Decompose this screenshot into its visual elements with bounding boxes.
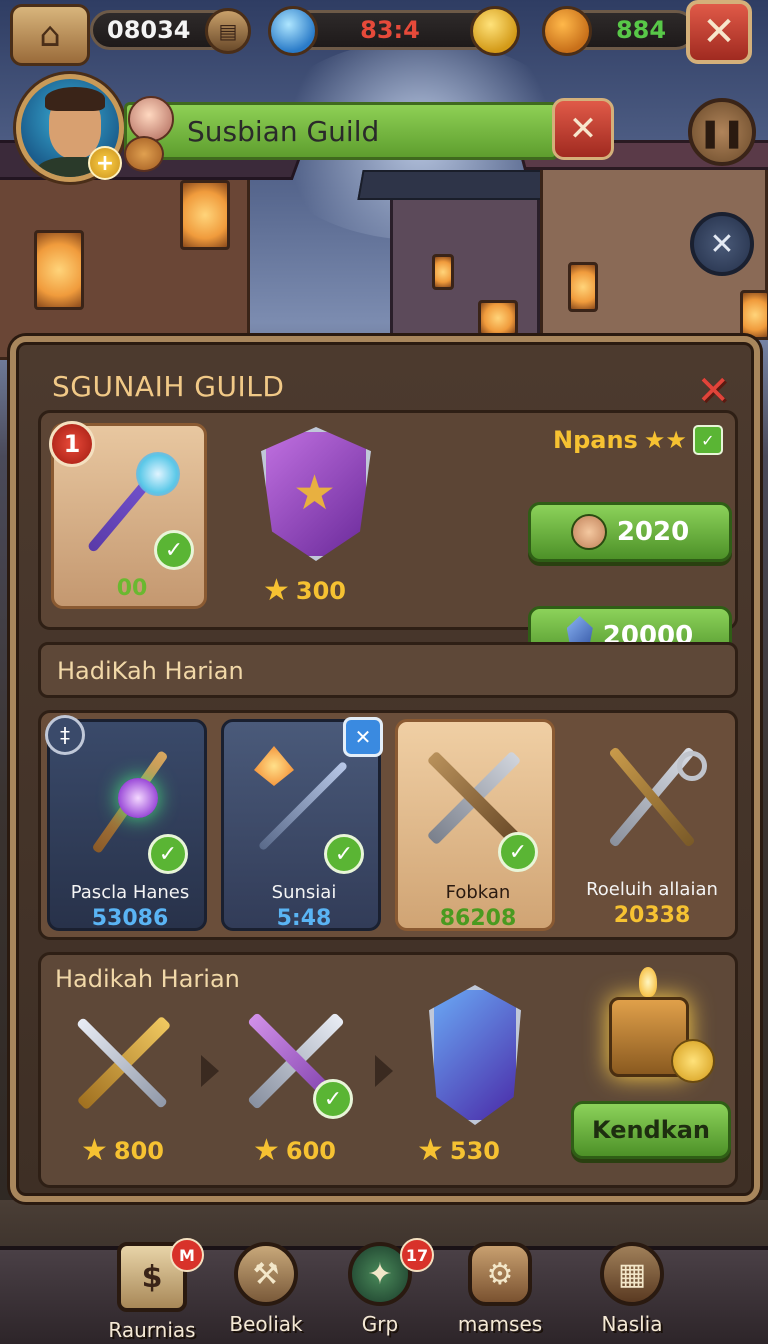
nav-label: Naslia: [601, 1312, 663, 1336]
hero-purchase-button[interactable]: 2020: [528, 502, 732, 562]
rewards-box: Hadikah Harian ★ 800 ✓ ★ 600 ★ 530 Kendk…: [38, 952, 738, 1188]
nav-item-beoliak[interactable]: ⚒ Beoliak: [206, 1242, 326, 1336]
home-icon: ⌂: [39, 15, 61, 55]
nav-badge: 17: [400, 1238, 434, 1272]
nav-label: Grp: [361, 1312, 399, 1336]
hero-icon: [570, 514, 607, 550]
star-icon: ★: [253, 1133, 280, 1168]
claim-button[interactable]: Kendkan: [571, 1101, 731, 1159]
checkbox-icon[interactable]: ✓: [692, 425, 723, 455]
star-icon: ★: [81, 1133, 108, 1168]
top-bar: ⌂ 08034 ▤ 83:4 884 ✕: [0, 0, 768, 66]
owned-check-icon: ✓: [324, 834, 364, 874]
avatar-hair: [45, 87, 105, 111]
section2-label: Hadikah Harian: [55, 965, 240, 993]
avatar-plus-badge[interactable]: +: [88, 146, 122, 180]
gold-coin-icon: [671, 1039, 715, 1083]
weapon3-name: Fobkan: [445, 882, 511, 903]
hammer-icon: ⚒: [234, 1242, 298, 1306]
side-close-button[interactable]: ✕: [690, 212, 754, 276]
nav-label: Raurnias: [108, 1318, 196, 1342]
weapon1-value: 53086: [91, 906, 169, 931]
gem-icon: [268, 6, 318, 56]
weapon2-value: 5:48: [276, 906, 332, 931]
cookie-icon: [124, 136, 164, 172]
nav-item-naslia[interactable]: ▦ Naslia: [572, 1242, 692, 1336]
banner-close-button[interactable]: ✕: [552, 98, 614, 160]
close-icon: ✕: [568, 109, 598, 149]
currency-amount-3: 884: [615, 16, 667, 44]
weapon1-name: Pascla Hanes: [70, 882, 190, 903]
arrow-icon: [375, 1055, 393, 1087]
star-icon: ★★: [643, 426, 687, 454]
guild-name-banner: Susbian Guild: [124, 102, 558, 160]
nav-label: Beoliak: [229, 1312, 303, 1336]
reward2-price: ★ 600: [253, 1133, 336, 1168]
weapon4-name: Roeluih allaian: [586, 879, 718, 900]
guild-panel: SGUNAIH GUILD ✕ ✓ 00 1 ★ ★ 300 Npans ★★ …: [10, 336, 760, 1202]
reward1-price: ★ 800: [81, 1133, 164, 1168]
reward3-price: ★ 530: [417, 1133, 500, 1168]
guild-name: Susbian Guild: [187, 114, 380, 148]
currency-amount-1: 08034: [107, 16, 191, 44]
nav-item-mamses[interactable]: ⚙ mamses: [440, 1242, 560, 1336]
item1-value: 00: [116, 576, 148, 601]
candle-flame-icon: [639, 967, 657, 997]
item2-stars: 300: [295, 576, 347, 605]
rank-badge: 1: [49, 421, 95, 467]
currency-amount-2: 83:4: [360, 16, 420, 44]
weapon2-name: Sunsiai: [271, 882, 337, 903]
anchor-pick-icon: [599, 735, 709, 855]
home-button[interactable]: ⌂: [10, 4, 90, 66]
golden-crossbow-icon[interactable]: [65, 1003, 185, 1113]
item2-price: ★ 300: [263, 573, 346, 608]
gold-swirl-icon: [470, 6, 520, 56]
nav-item-grp[interactable]: ✦ Grp 17: [320, 1238, 440, 1336]
section1-header: HadiKah Harian: [38, 642, 738, 698]
panel-close-button[interactable]: ✕: [696, 368, 730, 414]
panel-title: SGUNAIH GUILD: [52, 370, 285, 403]
owned-check-icon: ✓: [154, 530, 194, 570]
hero-price: 2020: [616, 517, 690, 547]
npans-label: Npans: [553, 426, 638, 454]
owned-check-icon: ✓: [148, 834, 188, 874]
weapon2-remove-button[interactable]: ✕: [343, 717, 383, 757]
weapon1-badge-icon: ‡: [45, 715, 85, 755]
book-button[interactable]: ❚❚: [688, 98, 756, 166]
map-icon: ▦: [600, 1242, 664, 1306]
owned-check-icon: ✓: [313, 1079, 353, 1119]
weapon4-value: 20338: [613, 903, 691, 928]
close-icon: ✕: [709, 226, 735, 262]
rank-number: 1: [63, 430, 81, 458]
weapon-card-3[interactable]: ✓ Fobkan 86208: [395, 719, 555, 931]
blue-shield-icon[interactable]: [429, 985, 521, 1125]
weapon-card-4[interactable]: Roeluih allaian 20338: [569, 719, 735, 931]
weapon3-value: 86208: [439, 906, 517, 931]
claim-label: Kendkan: [592, 1116, 710, 1144]
close-icon: ✕: [696, 368, 730, 414]
gear-icon: ⚙: [468, 1242, 532, 1306]
nav-label: mamses: [457, 1312, 543, 1336]
npans-row: Npans ★★ ✓: [553, 425, 723, 455]
nav-badge: M: [170, 1238, 204, 1272]
coin-bag-icon: [542, 6, 592, 56]
section1-label: HadiKah Harian: [57, 657, 244, 685]
star-icon: ★: [417, 1133, 444, 1168]
journal-icon[interactable]: ▤: [205, 8, 251, 54]
shield-star-icon: ★: [293, 465, 337, 521]
reward1-stars: 800: [113, 1136, 165, 1165]
star-icon: ★: [263, 573, 290, 608]
nav-item-raurnias[interactable]: $ Raurnias M: [92, 1238, 212, 1342]
reward3-stars: 530: [449, 1136, 501, 1165]
top-close-button[interactable]: ✕: [686, 0, 752, 64]
book-icon: ❚❚: [698, 115, 746, 149]
close-icon: ✕: [702, 9, 736, 55]
weapons-row: ✓ Pascla Hanes 53086 ‡ ✓ Sunsiai 5:48 ✕ …: [38, 710, 738, 940]
bottom-navigation: $ Raurnias M ⚒ Beoliak ✦ Grp 17 ⚙ mamses…: [0, 1236, 768, 1344]
arrow-icon: [201, 1055, 219, 1087]
reward2-stars: 600: [285, 1136, 337, 1165]
pet-icon: [128, 96, 174, 142]
owned-check-icon: ✓: [498, 832, 538, 872]
